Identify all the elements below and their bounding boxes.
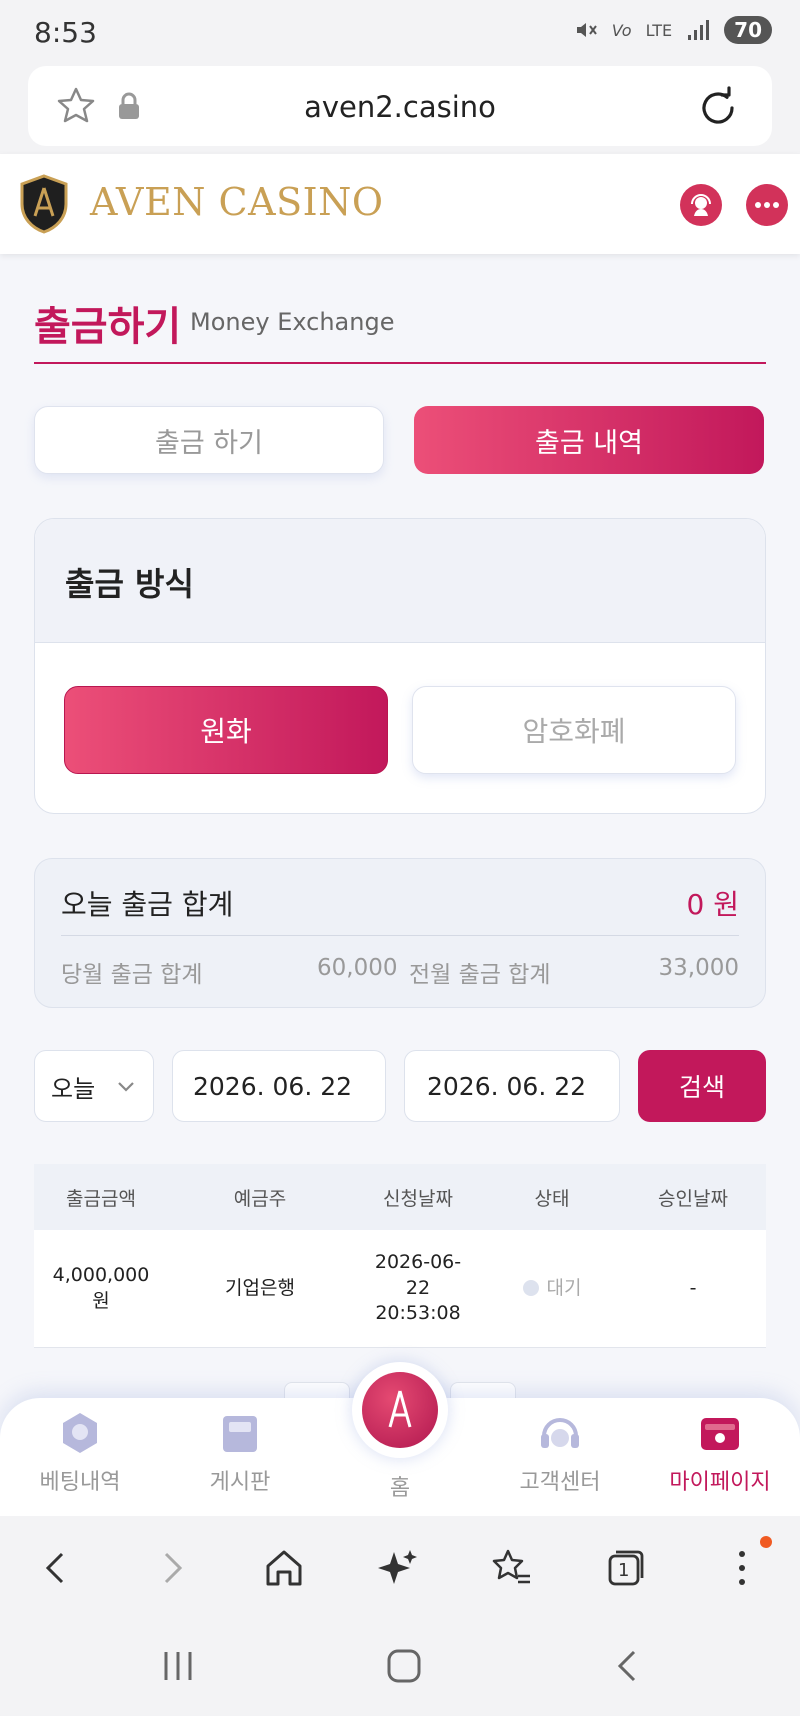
browser-toolbar: aven2.casino [0,62,800,154]
recent-apps-icon[interactable] [158,1646,198,1686]
nav-board-label: 게시판 [209,1470,271,1495]
start-date-field[interactable]: 2026. 06. 22 [172,1050,386,1122]
summary-divider [61,935,739,936]
month-total-value: 60,000 [317,955,398,981]
url-text[interactable]: aven2.casino [28,90,772,124]
tab-withdraw-history[interactable]: 출금 내역 [414,406,764,474]
nav-mypage[interactable]: 마이페이지 [650,1410,790,1496]
address-bar[interactable]: aven2.casino [28,66,772,146]
table-header: 출금금액 예금주 신청날짜 상태 승인날짜 [34,1164,766,1230]
clock: 8:53 [34,16,97,49]
status-dot-icon [522,1280,539,1297]
battery-badge: 70 [724,16,772,44]
date-line-1: 2026-06- [374,1251,462,1274]
cell-status: 대기 [484,1276,620,1302]
month-total-label: 당월 출금 합계 [61,962,203,988]
method-title: 출금 방식 [65,565,194,603]
table-row[interactable]: 4,000,000 원 기업은행 2026-06- 22 20:53:08 대기… [34,1230,766,1348]
home-logo-icon [362,1372,438,1448]
status-text: 대기 [546,1276,582,1299]
search-button[interactable]: 검색 [638,1050,766,1122]
amount-number: 4,000,000 [52,1263,150,1286]
col-request-date: 신청날짜 [383,1187,453,1210]
nav-bets-label: 베팅내역 [39,1470,121,1495]
tabs-icon[interactable]: 1 [604,1546,648,1590]
network-label: LTE [645,20,673,40]
chevron-down-icon [118,1082,134,1092]
headset-icon [541,1418,579,1448]
period-select[interactable]: 오늘 [34,1050,154,1122]
col-status: 상태 [534,1187,570,1210]
prev-month-total-label: 전월 출금 합계 [409,962,551,988]
chat-button[interactable] [746,184,788,226]
system-home-icon[interactable] [384,1646,424,1686]
end-date-field[interactable]: 2026. 06. 22 [404,1050,620,1122]
cell-amount: 4,000,000 원 [34,1263,168,1314]
badge-icon [63,1413,97,1453]
volte-icon: Vo [611,20,632,40]
browser-bottom-bar: 1 [0,1516,800,1616]
sparkle-icon[interactable] [376,1546,420,1590]
cell-approved-date: - [689,1276,697,1299]
bookmarks-icon[interactable] [490,1546,534,1590]
cell-holder: 기업은행 [225,1276,295,1299]
col-holder: 예금주 [233,1187,287,1210]
status-icons: Vo LTE 70 [574,16,772,44]
withdraw-history-table: 출금금액 예금주 신청날짜 상태 승인날짜 4,000,000 원 기업은행 2… [34,1164,766,1348]
nav-home-button[interactable] [352,1362,448,1458]
screen: 8:53 Vo LTE 70 aven2.casino AVEN CASINO [0,0,800,1716]
date-line-2: 22 [405,1276,431,1299]
signal-icon [688,20,710,40]
today-total-value: 0 원 [686,888,739,921]
prev-month-total-value: 33,000 [658,955,739,981]
cell-request-date: 2026-06- 22 20:53:08 [352,1250,484,1327]
nav-bets[interactable]: 베팅내역 [10,1410,150,1496]
nav-home-label: 홈 [389,1476,411,1501]
forward-icon[interactable] [150,1546,194,1590]
notification-dot [760,1536,772,1548]
back-icon[interactable] [34,1546,78,1590]
nav-board[interactable]: 게시판 [170,1410,310,1496]
tab-count: 1 [618,1560,630,1581]
nav-support[interactable]: 고객센터 [490,1410,630,1496]
col-approved-date: 승인날짜 [658,1187,728,1210]
brand-name[interactable]: AVEN CASINO [90,180,384,224]
page-subtitle: Money Exchange [190,308,395,336]
home-icon[interactable] [262,1546,306,1590]
board-icon [223,1416,257,1452]
method-krw-button[interactable]: 원화 [64,686,388,774]
support-button[interactable] [680,184,722,226]
nav-support-label: 고객센터 [519,1470,601,1495]
tab-withdraw[interactable]: 출금 하기 [34,406,384,474]
page-heading: 출금하기 Money Exchange [34,294,766,364]
system-nav-bar [0,1616,800,1716]
system-back-icon[interactable] [608,1646,648,1686]
refresh-icon[interactable] [696,86,740,130]
amount-unit: 원 [92,1289,110,1312]
agent-icon [691,194,711,216]
method-crypto-button[interactable]: 암호화폐 [412,686,736,774]
chat-bubble-icon [755,202,779,208]
aven-logo-icon[interactable] [18,174,70,234]
method-card-header: 출금 방식 [35,519,765,643]
mute-icon [576,23,597,37]
more-icon[interactable] [720,1546,764,1590]
nav-mypage-label: 마이페이지 [669,1470,771,1495]
today-total-label: 오늘 출금 합계 [61,888,234,921]
status-bar: 8:53 Vo LTE 70 [0,0,800,62]
page-title: 출금하기 [34,304,182,350]
col-amount: 출금금액 [66,1187,136,1210]
site-header: AVEN CASINO [0,154,800,254]
date-line-3: 20:53:08 [375,1302,461,1325]
withdraw-summary: 오늘 출금 합계 0 원 당월 출금 합계 60,000 전월 출금 합계 33… [34,858,766,1008]
mypage-icon [701,1418,739,1450]
period-value: 오늘 [51,1074,96,1103]
status-badge: 대기 [484,1276,620,1302]
